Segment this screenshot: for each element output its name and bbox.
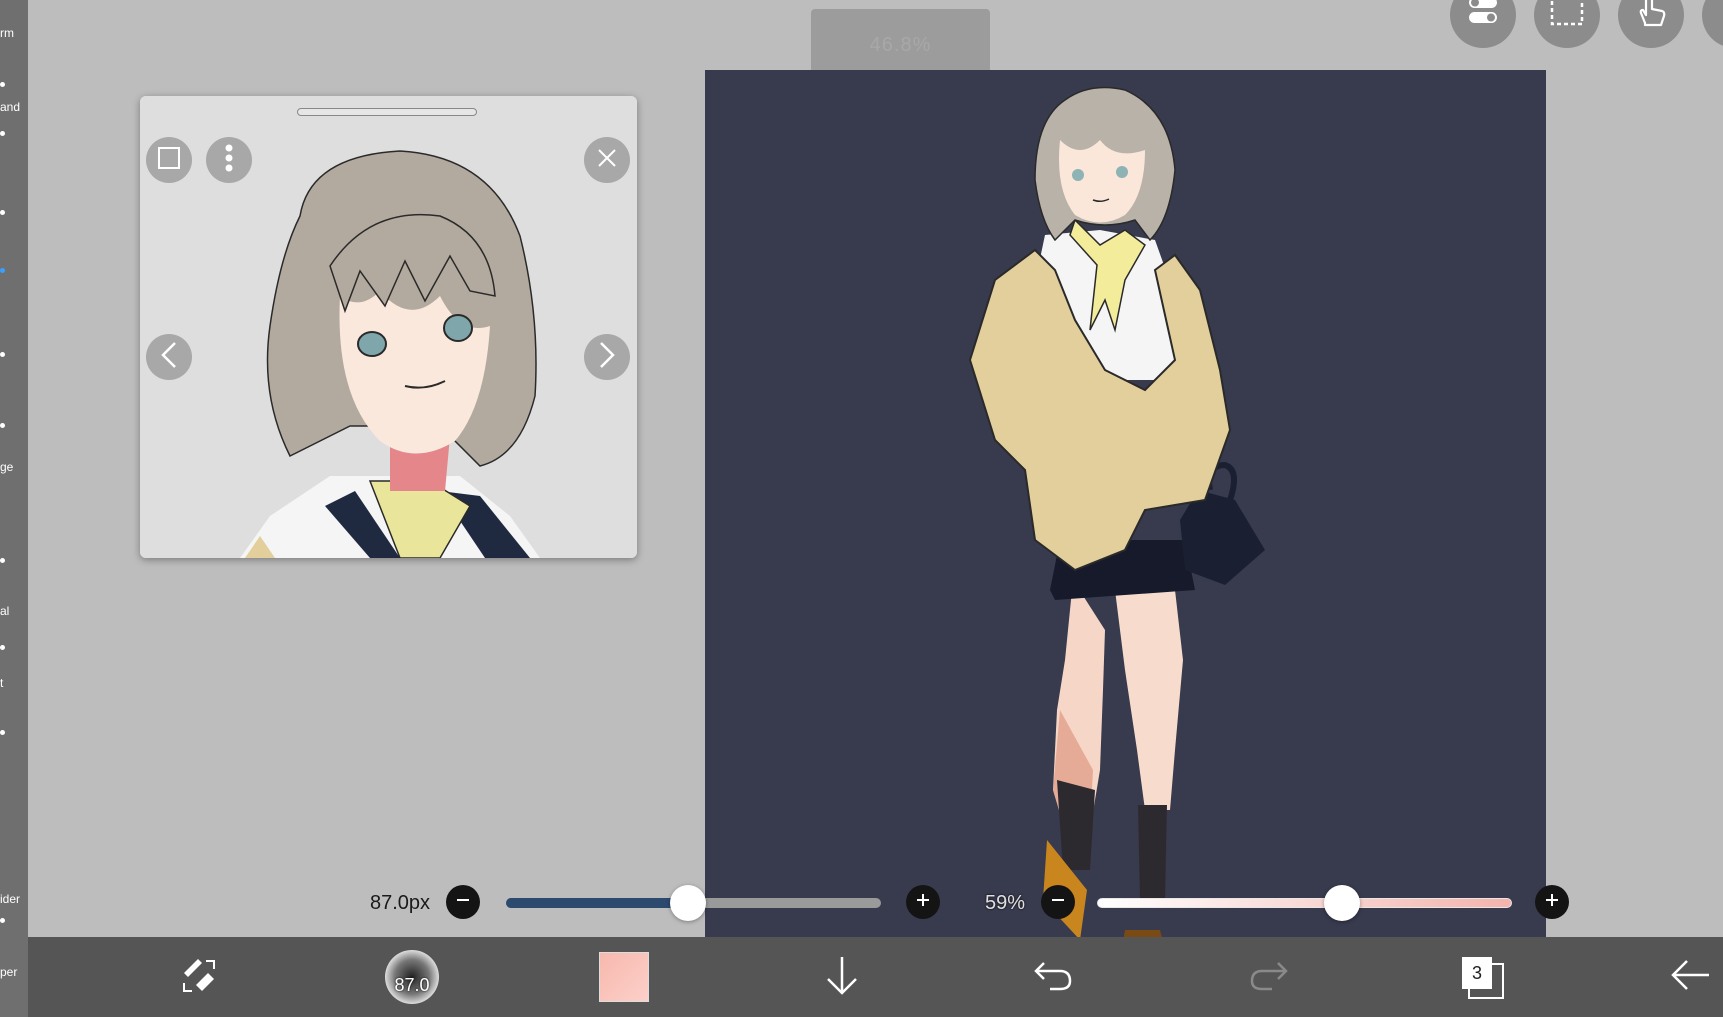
tool-dot xyxy=(0,730,5,735)
opacity-increase-button[interactable] xyxy=(1535,885,1569,919)
close-reference-button[interactable] xyxy=(584,137,630,183)
tool-label[interactable]: and xyxy=(0,100,20,114)
opacity-slider[interactable] xyxy=(1097,898,1512,908)
layers-button[interactable]: 3 xyxy=(1452,937,1512,1017)
tool-dot xyxy=(0,558,5,563)
chevron-right-icon xyxy=(595,340,619,375)
hand-button[interactable] xyxy=(1618,0,1684,48)
kebab-menu-icon xyxy=(217,143,241,178)
brush-preview-label: 87.0 xyxy=(394,974,430,995)
artwork-figure xyxy=(968,86,1265,985)
drag-handle[interactable] xyxy=(297,108,477,116)
download-arrow-icon xyxy=(822,953,862,1002)
selection-button[interactable] xyxy=(1534,0,1600,48)
brush-size-decrease-button[interactable] xyxy=(446,885,480,919)
brush-size-preview-button[interactable]: 87.0 xyxy=(382,937,442,1017)
brush-size-increase-button[interactable] xyxy=(906,885,940,919)
color-picker-button[interactable] xyxy=(594,937,654,1017)
brush-size-preview: 87.0 xyxy=(385,950,439,1004)
brush-size-fill xyxy=(506,898,688,908)
toggle-icon xyxy=(1463,0,1503,38)
back-arrow-icon xyxy=(1669,957,1713,998)
minus-icon xyxy=(455,892,471,913)
tool-label[interactable]: ge xyxy=(0,460,13,474)
tool-dot xyxy=(0,918,5,923)
minus-icon xyxy=(1050,892,1066,913)
undo-icon xyxy=(1032,955,1076,1000)
color-swatch xyxy=(599,952,649,1002)
tool-active-dot xyxy=(0,268,5,273)
tool-label[interactable]: t xyxy=(0,676,3,690)
opacity-decrease-button[interactable] xyxy=(1041,885,1075,919)
previous-reference-button[interactable] xyxy=(146,334,192,380)
layer-count: 3 xyxy=(1462,957,1492,989)
opacity-label: 59% xyxy=(985,892,1026,914)
close-icon xyxy=(595,146,619,175)
tool-label[interactable]: al xyxy=(0,604,9,618)
tool-label[interactable]: rm xyxy=(0,26,14,40)
brush-size-label: 87.0px xyxy=(370,892,431,914)
brush-size-knob[interactable] xyxy=(669,885,706,921)
toggle-button[interactable] xyxy=(1450,0,1516,48)
selection-icon xyxy=(1547,0,1587,38)
tool-dot xyxy=(0,82,5,87)
layers-icon: 3 xyxy=(1460,955,1504,999)
left-tool-strip: rm and ge al t ider per xyxy=(0,0,28,1017)
chevron-left-icon xyxy=(157,340,181,375)
more-button[interactable] xyxy=(1702,0,1723,48)
tool-dot xyxy=(0,131,5,136)
opacity-knob[interactable] xyxy=(1323,885,1360,921)
fit-button[interactable] xyxy=(146,137,192,183)
tool-label[interactable]: ider xyxy=(0,892,20,906)
tool-label[interactable]: per xyxy=(0,965,17,979)
undo-button[interactable] xyxy=(1024,937,1084,1017)
tool-dot xyxy=(0,645,5,650)
redo-icon xyxy=(1246,955,1290,1000)
plus-icon xyxy=(915,892,931,913)
plus-icon xyxy=(1544,892,1560,913)
save-button[interactable] xyxy=(812,937,872,1017)
back-button[interactable] xyxy=(1664,937,1718,1017)
reference-window[interactable] xyxy=(140,96,637,558)
bottom-toolbar: 87.0 3 xyxy=(28,937,1723,1017)
hand-icon xyxy=(1631,0,1671,38)
tool-dot xyxy=(0,423,5,428)
brush-eraser-swap-button[interactable] xyxy=(168,937,228,1017)
square-icon xyxy=(157,146,181,175)
more-options-button[interactable] xyxy=(206,137,252,183)
drawing-canvas[interactable] xyxy=(705,70,1546,1006)
next-reference-button[interactable] xyxy=(584,334,630,380)
tool-dot xyxy=(0,352,5,357)
redo-button[interactable] xyxy=(1238,937,1298,1017)
brush-eraser-swap-icon xyxy=(176,953,220,1002)
tool-dot xyxy=(0,210,5,215)
